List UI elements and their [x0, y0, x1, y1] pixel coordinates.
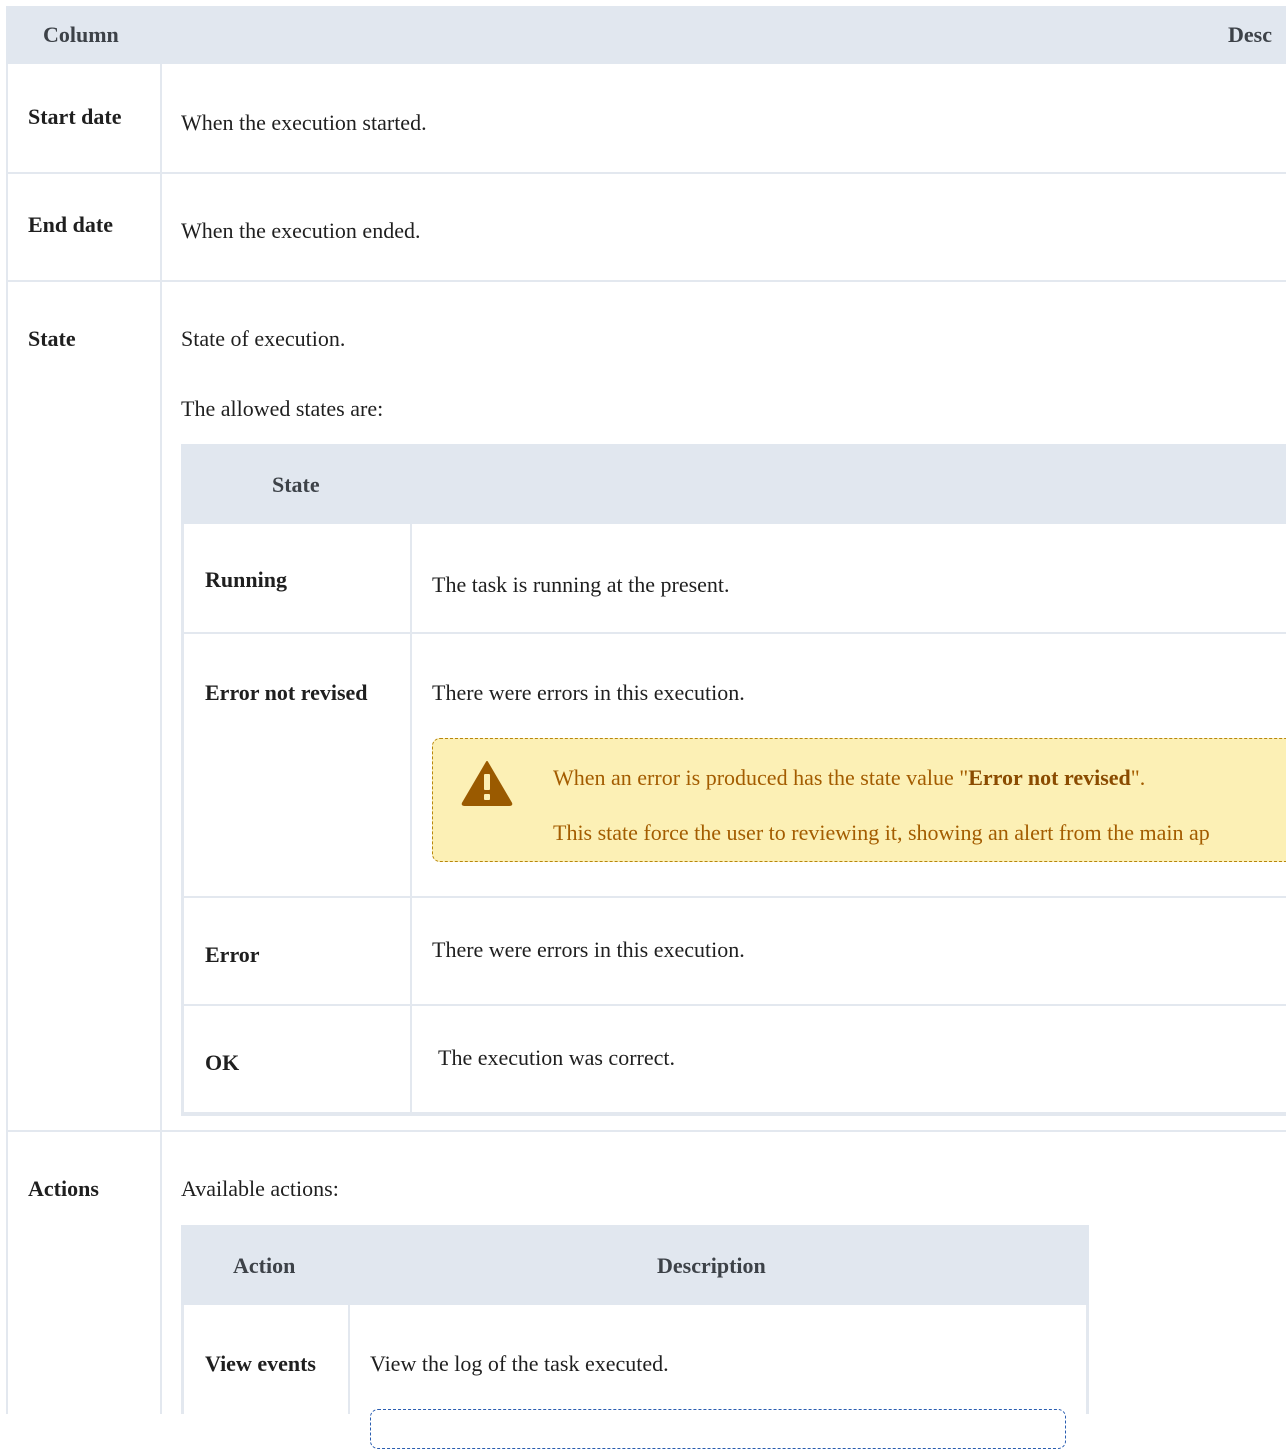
warning-line-2: This state force the user to reviewing i… [553, 820, 1210, 845]
state-table-bottom-border [181, 1112, 1286, 1116]
row-label-state: State [28, 326, 76, 351]
state-table-header [181, 444, 1286, 524]
info-callout [370, 1409, 1066, 1449]
state-text-ok: The execution was correct. [438, 1045, 675, 1070]
state-label-running: Running [205, 567, 287, 592]
state-table-column-divider [410, 524, 412, 1116]
state-label-error: Error [205, 942, 260, 967]
state-table-row-divider [181, 632, 1286, 634]
row-text-actions: Available actions: [181, 1176, 339, 1201]
row-label-start-date: Start date [28, 104, 122, 129]
action-table-header-action: Action [233, 1253, 296, 1278]
column-divider [160, 64, 162, 1414]
column-header: Column [43, 22, 119, 47]
state-label-error-not-revised: Error not revised [205, 680, 368, 705]
state-table-left-border [181, 524, 184, 1116]
warning-callout: When an error is produced has the state … [432, 738, 1286, 862]
allowed-states-text: The allowed states are: [181, 396, 384, 421]
state-table-header-state: State [272, 472, 320, 497]
state-text-error: There were errors in this execution. [432, 937, 745, 962]
row-label-end-date: End date [28, 212, 113, 237]
table-header [6, 6, 1286, 64]
action-table-column-divider [348, 1305, 350, 1414]
row-divider [6, 280, 1286, 282]
row-text-end-date: When the execution ended. [181, 218, 421, 243]
description-header: Desc [1228, 22, 1272, 47]
action-table-left-border [181, 1305, 184, 1414]
table-left-border [6, 64, 8, 1414]
row-text-start-date: When the execution started. [181, 110, 427, 135]
warning-line-1: When an error is produced has the state … [553, 765, 1146, 790]
state-text-error-not-revised: There were errors in this execution. [432, 680, 745, 705]
row-label-actions: Actions [28, 1176, 99, 1201]
action-table-right-border [1086, 1305, 1089, 1414]
row-text-state: State of execution. [181, 326, 346, 351]
row-divider [6, 172, 1286, 174]
warning-icon [461, 761, 513, 806]
action-label-view-events: View events [205, 1351, 316, 1376]
action-table-header [181, 1225, 1089, 1305]
action-text-view-events: View the log of the task executed. [370, 1351, 669, 1376]
state-table-row-divider [181, 1004, 1286, 1006]
state-text-running: The task is running at the present. [432, 572, 730, 597]
state-label-ok: OK [205, 1050, 240, 1075]
row-divider [6, 1130, 1286, 1132]
state-table-row-divider [181, 896, 1286, 898]
action-table-header-description: Description [657, 1253, 766, 1278]
